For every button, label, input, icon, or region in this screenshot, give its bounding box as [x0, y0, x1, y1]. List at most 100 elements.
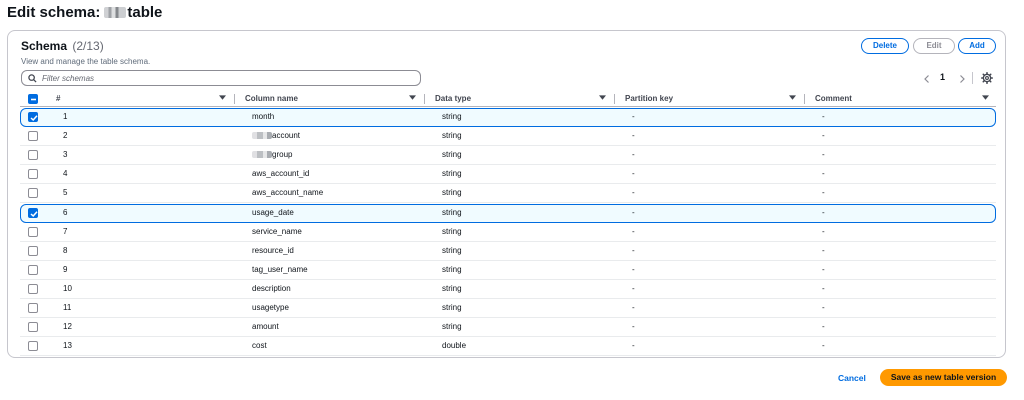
column-name-text: group	[272, 150, 293, 160]
column-name-text: aws_account_name	[252, 188, 324, 198]
column-name-text: resource_id	[252, 245, 294, 255]
table-row[interactable]: 3 group string - -	[20, 146, 996, 166]
row-column-name: group	[252, 150, 292, 159]
table-row[interactable]: 10 description string - -	[20, 280, 996, 299]
next-page-icon[interactable]	[957, 74, 967, 84]
row-comment: -	[822, 341, 825, 351]
row-checkbox[interactable]	[28, 303, 38, 313]
column-name-text: cost	[252, 341, 267, 351]
table-row[interactable]: 7 service_name string - -	[20, 223, 996, 242]
row-data-type: string	[442, 264, 462, 274]
row-checkbox[interactable]	[28, 112, 38, 122]
sort-caret-icon[interactable]	[599, 95, 606, 101]
row-comment: -	[822, 283, 825, 293]
table-row[interactable]: 13 cost double - -	[20, 337, 996, 357]
row-checkbox[interactable]	[28, 245, 38, 256]
column-header-partition-key[interactable]: Partition key	[625, 94, 673, 103]
table-row[interactable]: 4 aws_account_id string - -	[20, 165, 996, 185]
column-divider[interactable]	[424, 94, 425, 104]
row-checkbox[interactable]	[28, 264, 38, 275]
edit-button[interactable]: Edit	[913, 38, 955, 54]
cancel-button[interactable]: Cancel	[838, 373, 866, 383]
row-column-name: cost	[252, 341, 267, 350]
row-data-type: string	[442, 188, 462, 198]
row-checkbox[interactable]	[28, 169, 38, 180]
column-header-number[interactable]: #	[56, 94, 60, 103]
row-comment: -	[822, 188, 825, 198]
row-number: 9	[63, 264, 68, 274]
row-checkbox[interactable]	[28, 207, 38, 218]
row-column-name: aws_account_id	[252, 169, 309, 178]
row-partition-key: -	[632, 207, 635, 217]
table-row[interactable]: 9 tag_user_name string - -	[20, 261, 996, 280]
table-row[interactable]: 5 aws_account_name string - -	[20, 184, 996, 204]
check-icon	[30, 115, 38, 122]
column-name-text: account	[272, 131, 301, 141]
filter-schemas-input[interactable]	[42, 72, 412, 84]
column-header-column-name[interactable]: Column name	[245, 94, 298, 103]
row-checkbox[interactable]	[28, 226, 38, 237]
row-data-type: string	[442, 283, 462, 293]
sort-caret-icon[interactable]	[789, 95, 796, 101]
add-button[interactable]: Add	[958, 38, 996, 54]
row-checkbox[interactable]	[28, 283, 38, 294]
filter-schemas-field[interactable]	[21, 70, 421, 86]
row-column-name: usagetype	[252, 303, 289, 312]
column-divider[interactable]	[804, 94, 805, 104]
row-checkbox[interactable]	[28, 341, 38, 352]
indeterminate-icon	[31, 98, 36, 101]
redacted-table-name	[104, 7, 127, 18]
row-comment: -	[822, 322, 825, 332]
column-header-data-type[interactable]: Data type	[435, 94, 471, 103]
row-number: 10	[63, 283, 72, 293]
row-number: 7	[63, 226, 68, 236]
row-column-name: account	[252, 131, 300, 140]
column-header-comment[interactable]: Comment	[815, 94, 852, 103]
row-data-type: string	[442, 226, 462, 236]
row-partition-key: -	[632, 188, 635, 198]
row-checkbox[interactable]	[28, 188, 38, 199]
sort-caret-icon[interactable]	[219, 95, 226, 101]
table-row[interactable]: 6 usage_date string - -	[20, 203, 996, 223]
row-data-type: string	[442, 245, 462, 255]
table-row[interactable]: 1 month string - -	[20, 108, 996, 127]
page-title-suffix: table	[127, 4, 163, 21]
table-row[interactable]: 11 usagetype string - -	[20, 299, 996, 318]
sort-caret-icon[interactable]	[982, 95, 989, 101]
schema-description: View and manage the table schema.	[21, 57, 151, 66]
select-all-checkbox[interactable]	[28, 94, 38, 104]
row-partition-key: -	[632, 303, 635, 312]
row-checkbox[interactable]	[28, 150, 38, 161]
row-checkbox[interactable]	[28, 322, 38, 333]
row-data-type: string	[442, 207, 462, 217]
row-partition-key: -	[632, 283, 635, 293]
column-name-text: usage_date	[252, 207, 294, 217]
table-row[interactable]: 12 amount string - -	[20, 318, 996, 338]
row-data-type: string	[442, 169, 462, 179]
column-divider[interactable]	[614, 94, 615, 104]
page-title-prefix: Edit schema:	[7, 4, 101, 21]
row-partition-key: -	[632, 150, 635, 160]
row-number: 13	[63, 341, 72, 351]
gear-icon[interactable]	[981, 72, 993, 84]
row-partition-key: -	[632, 226, 635, 236]
table-row[interactable]: 8 resource_id string - -	[20, 242, 996, 261]
save-as-new-table-version-button[interactable]: Save as new table version	[880, 369, 1007, 386]
row-data-type: double	[442, 341, 467, 351]
row-comment: -	[822, 150, 825, 160]
row-data-type: string	[442, 112, 462, 121]
schema-panel: Schema (2/13) View and manage the table …	[7, 30, 1006, 358]
table-row[interactable]: 2 account string - -	[20, 127, 996, 147]
column-divider[interactable]	[234, 94, 235, 104]
row-comment: -	[822, 303, 825, 312]
row-checkbox[interactable]	[28, 131, 38, 142]
previous-page-icon[interactable]	[922, 74, 932, 84]
row-partition-key: -	[632, 341, 635, 351]
row-data-type: string	[442, 322, 462, 332]
column-name-text: aws_account_id	[252, 169, 310, 179]
column-name-text: tag_user_name	[252, 264, 308, 274]
row-partition-key: -	[632, 322, 635, 332]
sort-caret-icon[interactable]	[409, 95, 416, 101]
delete-button[interactable]: Delete	[861, 38, 909, 54]
current-page-number[interactable]: 1	[940, 72, 945, 82]
